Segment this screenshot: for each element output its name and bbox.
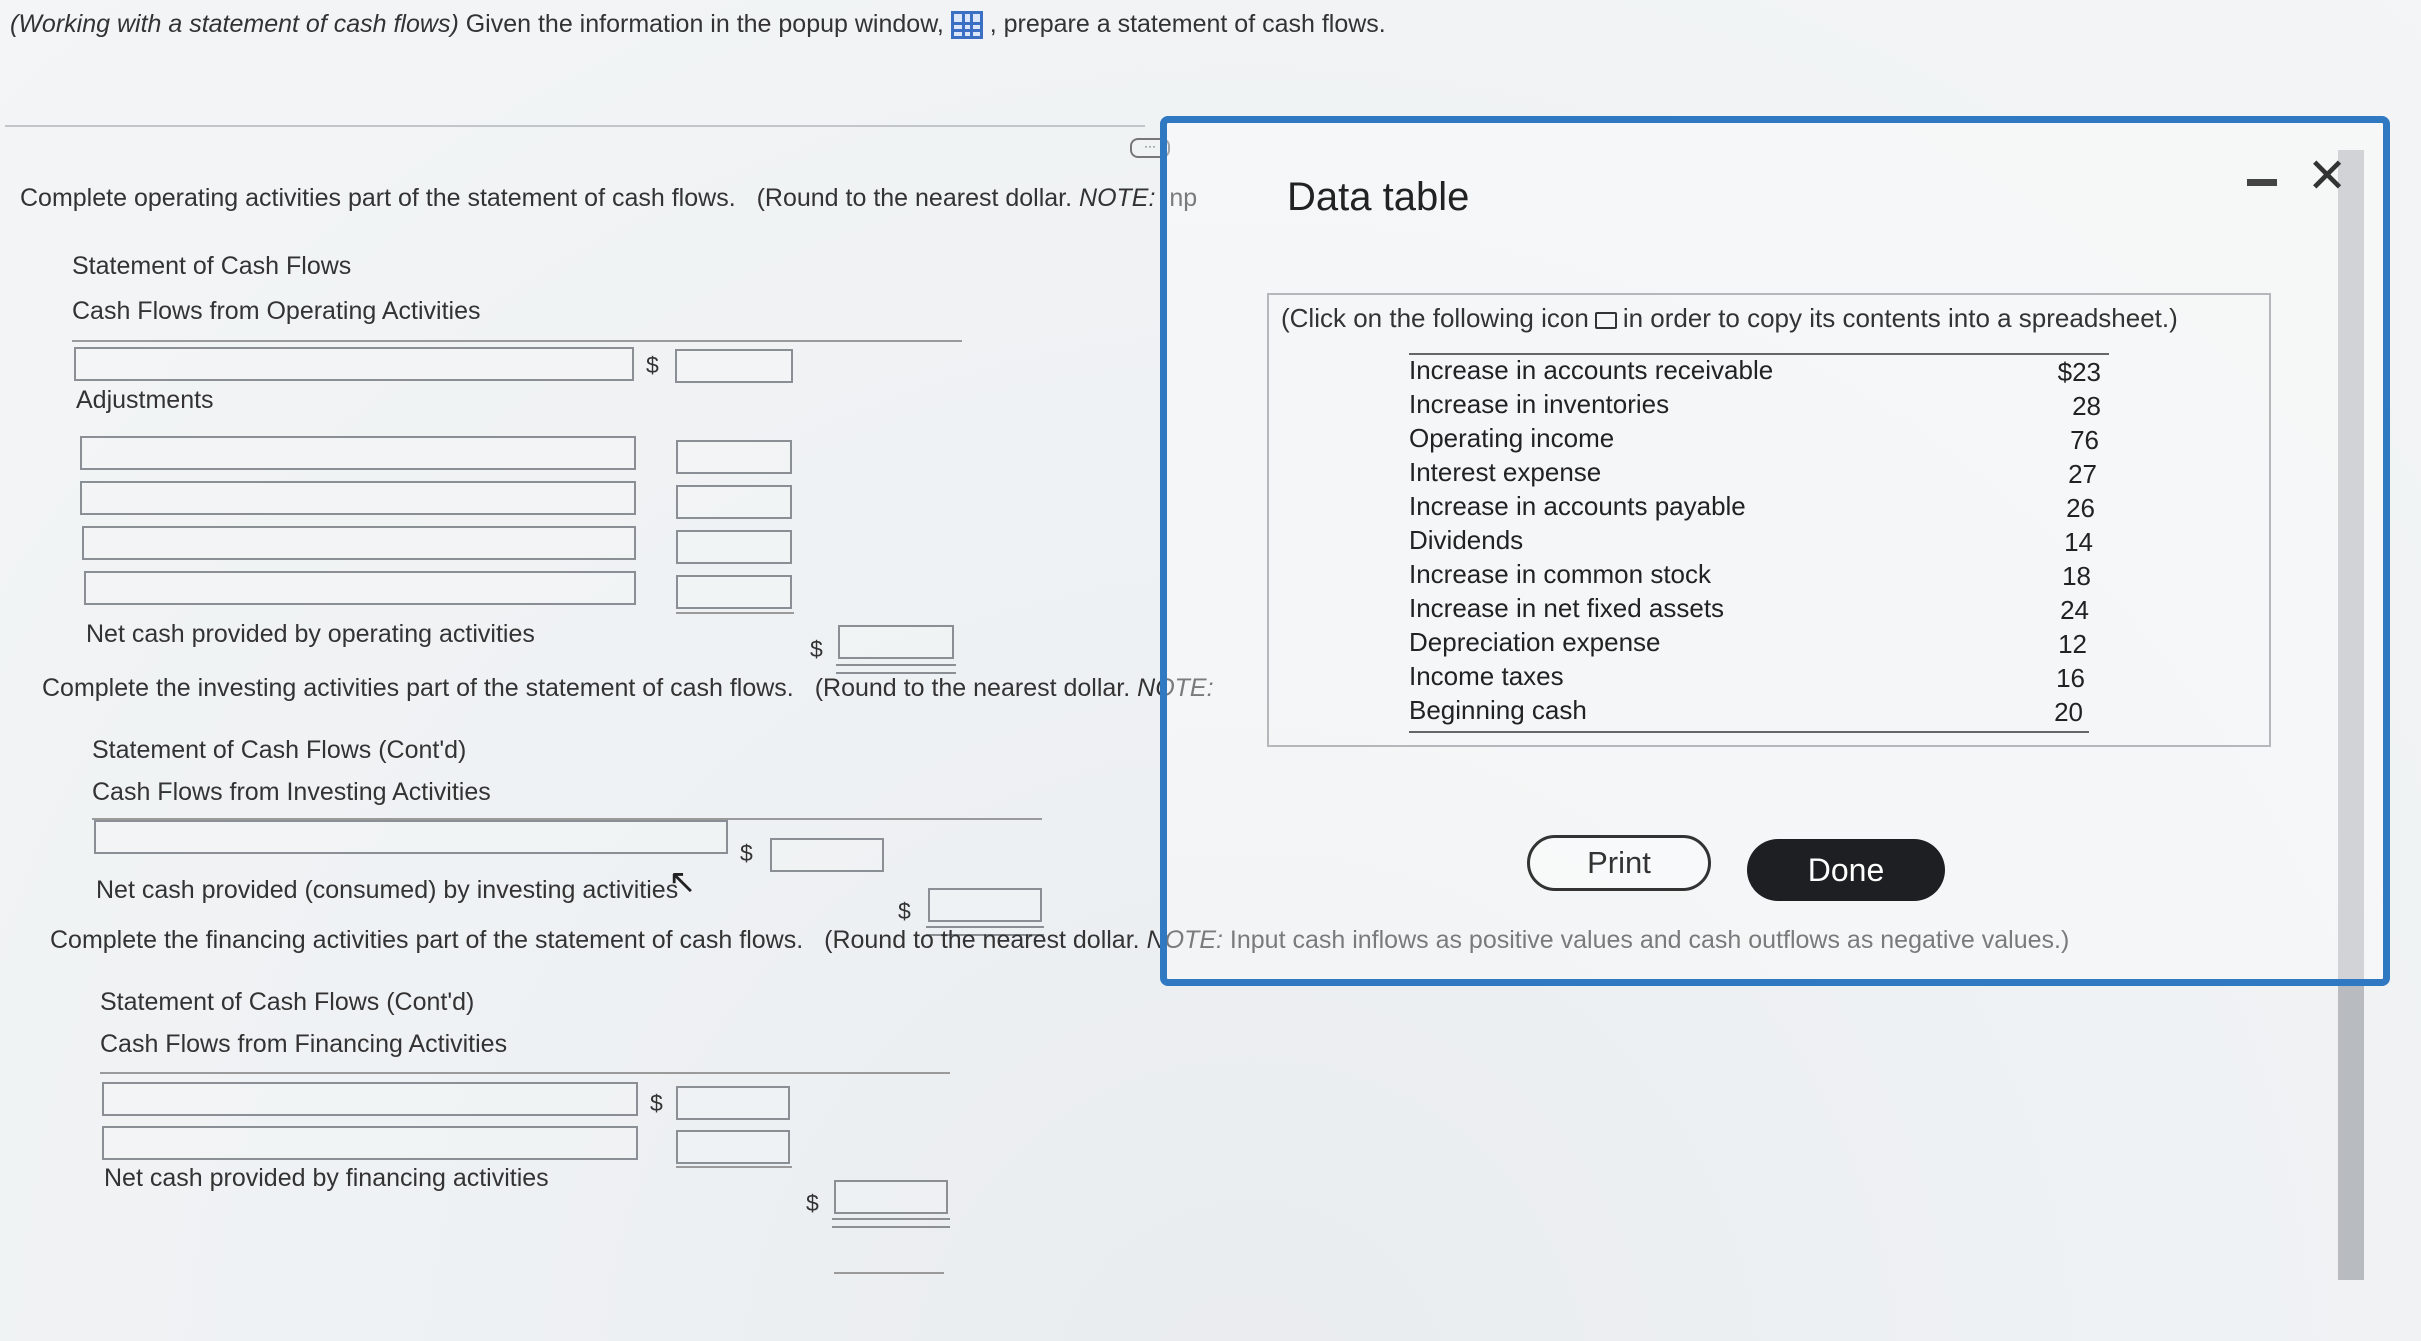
table-row-value: 18 (2062, 561, 2091, 591)
data-table-modal: Data table ✕ (Click on the following ico… (1160, 116, 2390, 986)
adjustment-label-field[interactable] (82, 526, 636, 560)
investing-amount-field[interactable] (770, 838, 884, 872)
financing-amount-field[interactable] (676, 1130, 790, 1164)
adjustment-label-field[interactable] (80, 436, 636, 470)
table-bottom-rule (1409, 731, 2089, 733)
adjustments-total-rule (676, 612, 794, 614)
operating-income-amount-field[interactable] (675, 349, 793, 383)
dollar-sign: $ (810, 636, 823, 662)
top-divider (5, 125, 1145, 127)
instruction-line: (Working with a statement of cash flows)… (10, 10, 1386, 40)
table-row-value: 12 (2058, 629, 2087, 659)
operating-heading-rule (72, 340, 962, 342)
financing-section-heading: Cash Flows from Financing Activities (100, 1030, 508, 1058)
financing-heading-rule (100, 1072, 950, 1074)
adjustment-label-field[interactable] (84, 571, 636, 605)
section-end-rule (834, 1272, 944, 1274)
table-row-value: 16 (2056, 663, 2085, 693)
financing-net-label: Net cash provided by financing activitie… (104, 1164, 549, 1192)
investing-label-field[interactable] (94, 820, 728, 854)
table-row-value: 27 (2068, 459, 2097, 489)
data-table-box: (Click on the following icon in order to … (1267, 293, 2271, 747)
investing-statement-title: Statement of Cash Flows (Cont'd) (92, 736, 467, 764)
minimize-icon[interactable] (2247, 179, 2277, 186)
operating-prompt: Complete operating activities part of th… (20, 184, 1198, 212)
adjustments-label: Adjustments (76, 386, 214, 414)
table-row-value: 76 (2070, 425, 2099, 455)
investing-prompt: Complete the investing activities part o… (42, 674, 1214, 702)
financing-label-field[interactable] (102, 1126, 638, 1160)
instruction-prefix: (Working with a statement of cash flows) (10, 10, 459, 38)
operating-statement-title: Statement of Cash Flows (72, 252, 352, 280)
table-row-value: 28 (2072, 391, 2101, 421)
adjustment-amount-field[interactable] (676, 485, 792, 519)
financing-amount-field[interactable] (676, 1086, 790, 1120)
grid-icon[interactable] (950, 11, 983, 40)
operating-net-label: Net cash provided by operating activitie… (86, 620, 535, 648)
table-row-value: 24 (2060, 595, 2089, 625)
close-icon[interactable]: ✕ (2307, 153, 2347, 201)
investing-net-label: Net cash provided (consumed) by investin… (96, 876, 679, 904)
instruction-suffix: , prepare a statement of cash flows. (989, 10, 1386, 38)
adjustment-amount-field[interactable] (676, 440, 792, 474)
print-button[interactable]: Print (1527, 835, 1711, 891)
double-underline (836, 664, 956, 674)
dollar-sign: $ (740, 840, 753, 866)
operating-income-label-field[interactable] (74, 347, 634, 381)
double-underline (832, 1218, 950, 1228)
investing-section-heading: Cash Flows from Investing Activities (92, 778, 491, 806)
dollar-sign: $ (806, 1190, 819, 1216)
adjustment-amount-field[interactable] (676, 530, 792, 564)
dollar-sign: $ (650, 1090, 663, 1116)
modal-title: Data table (1287, 175, 1470, 219)
financing-net-amount-field[interactable] (834, 1180, 948, 1214)
dollar-sign: $ (646, 352, 659, 378)
adjustment-amount-field[interactable] (676, 575, 792, 609)
copy-instructions: (Click on the following icon in order to … (1281, 303, 2178, 333)
table-row-value: $23 (2057, 357, 2101, 387)
spreadsheet-copy-icon[interactable] (1594, 311, 1617, 329)
mouse-pointer-icon: ↖ (668, 863, 697, 901)
operating-net-amount-field[interactable] (838, 625, 954, 659)
adjustment-label-field[interactable] (80, 481, 636, 515)
table-row-value: 20 (2054, 697, 2083, 727)
operating-section-heading: Cash Flows from Operating Activities (72, 297, 481, 325)
dollar-sign: $ (898, 898, 911, 924)
done-button[interactable]: Done (1747, 839, 1945, 901)
financing-total-rule (676, 1166, 792, 1168)
financing-statement-title: Statement of Cash Flows (Cont'd) (100, 988, 475, 1016)
financing-label-field[interactable] (102, 1082, 638, 1116)
table-row-value: 26 (2066, 493, 2095, 523)
instruction-text: Given the information in the popup windo… (465, 10, 944, 38)
table-row-value: 14 (2064, 527, 2093, 557)
investing-net-amount-field[interactable] (928, 888, 1042, 922)
